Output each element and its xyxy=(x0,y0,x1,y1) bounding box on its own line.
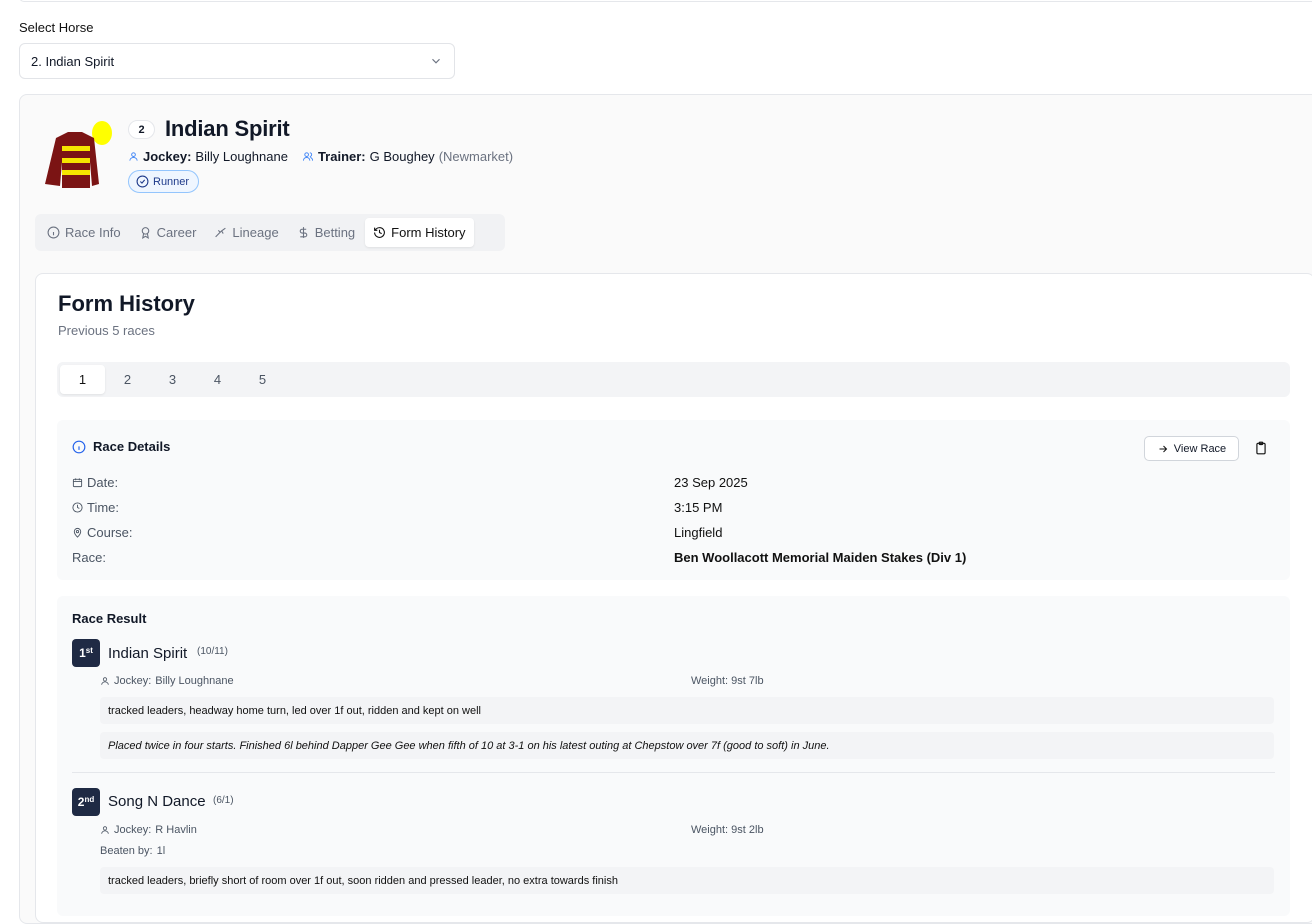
dollar-icon xyxy=(299,227,307,238)
view-race-button[interactable]: View Race xyxy=(1144,436,1239,461)
tab-race-info[interactable]: Race Info xyxy=(39,218,129,247)
clipboard-icon[interactable] xyxy=(1254,440,1268,456)
runner-beaten-by: Beaten by: 1l xyxy=(100,845,166,857)
race-tabs: 1 2 3 4 5 xyxy=(57,362,1290,397)
user-icon xyxy=(101,677,109,685)
runner-jockey: Jockey: R Havlin xyxy=(100,824,197,836)
time-label: Time: xyxy=(72,500,119,515)
clock-icon xyxy=(72,502,83,513)
connections: Jockey: Billy Loughnane Trainer: G Bough… xyxy=(128,149,513,164)
tab-form-history[interactable]: Form History xyxy=(365,218,474,247)
user-icon xyxy=(129,152,138,161)
runner-weight: Weight: 9st 7lb xyxy=(691,675,764,687)
runner-name: Indian Spirit xyxy=(108,645,188,662)
tab-label: Lineage xyxy=(232,225,279,240)
tab-label: Career xyxy=(156,225,197,240)
runner-divider xyxy=(72,772,1275,773)
runner-odds: (6/1) xyxy=(213,795,234,806)
select-horse-label: Select Horse xyxy=(19,20,94,35)
check-circle-icon xyxy=(136,175,149,188)
date-value: 23 Sep 2025 xyxy=(674,475,748,490)
saddlecloth-number: 2 xyxy=(128,120,155,139)
position-badge: 1st xyxy=(72,639,100,667)
trainer-location: (Newmarket) xyxy=(438,149,514,164)
race-label: Race: xyxy=(72,550,106,565)
user-icon xyxy=(101,826,109,834)
select-horse-dropdown[interactable]: 2. Indian Spirit xyxy=(19,43,455,79)
award-icon xyxy=(141,227,149,239)
course-label: Course: xyxy=(72,525,133,540)
runner-note: Placed twice in four starts. Finished 6l… xyxy=(100,732,1274,759)
race-tab-2[interactable]: 2 xyxy=(105,365,150,394)
jockey-label: Jockey: xyxy=(143,149,192,164)
race-details-heading: Race Details xyxy=(72,439,170,454)
status-label: Runner xyxy=(153,175,190,188)
tab-label: Betting xyxy=(314,225,356,240)
runner-comment: tracked leaders, headway home turn, led … xyxy=(100,697,1274,724)
trainer-name: G Boughey xyxy=(369,149,435,164)
tab-label: Form History xyxy=(391,225,466,240)
calendar-icon xyxy=(72,478,83,488)
tab-label: Race Info xyxy=(65,225,121,240)
runner-jockey: Jockey: Billy Loughnane xyxy=(100,675,234,687)
runner-comment: tracked leaders, briefly short of room o… xyxy=(100,867,1274,894)
position-badge: 2nd xyxy=(72,788,100,816)
history-icon xyxy=(374,227,386,238)
chevron-down-icon xyxy=(432,58,440,64)
form-history-title: Form History xyxy=(58,291,195,316)
users-icon xyxy=(302,152,313,161)
race-result-heading: Race Result xyxy=(72,611,147,626)
race-details-title: Race Details xyxy=(93,439,171,454)
map-pin-icon xyxy=(73,527,82,538)
tab-lineage[interactable]: Lineage xyxy=(206,218,286,247)
tab-betting[interactable]: Betting xyxy=(289,218,363,247)
date-label: Date: xyxy=(72,475,118,490)
race-value: Ben Woollacott Memorial Maiden Stakes (D… xyxy=(674,550,967,565)
view-race-label: View Race xyxy=(1173,442,1227,455)
horse-tabs: Race Info Career Lineage Betting Form Hi… xyxy=(35,214,505,251)
status-badge: Runner xyxy=(128,170,200,193)
runner-weight: Weight: 9st 2lb xyxy=(691,824,764,836)
course-value: Lingfield xyxy=(674,525,723,540)
info-icon xyxy=(72,440,86,453)
race-tab-1[interactable]: 1 xyxy=(60,365,105,394)
trainer-label: Trainer: xyxy=(317,149,366,164)
arrow-right-icon xyxy=(1159,445,1168,452)
tree-icon xyxy=(215,227,227,238)
top-card-edge xyxy=(19,0,1312,2)
tab-career[interactable]: Career xyxy=(131,218,205,247)
horse-name: Indian Spirit xyxy=(165,116,290,141)
jockey-name: Billy Loughnane xyxy=(195,149,288,164)
info-icon xyxy=(47,226,60,239)
form-history-subtitle: Previous 5 races xyxy=(58,323,155,338)
time-value: 3:15 PM xyxy=(674,500,723,515)
race-tab-4[interactable]: 4 xyxy=(195,365,240,394)
runner-name: Song N Dance xyxy=(108,793,206,810)
race-tab-5[interactable]: 5 xyxy=(240,365,285,394)
jockey-silks-icon xyxy=(45,121,112,188)
runner-odds: (10/11) xyxy=(197,646,228,657)
race-tab-3[interactable]: 3 xyxy=(150,365,195,394)
select-horse-value: 2. Indian Spirit xyxy=(31,53,115,69)
